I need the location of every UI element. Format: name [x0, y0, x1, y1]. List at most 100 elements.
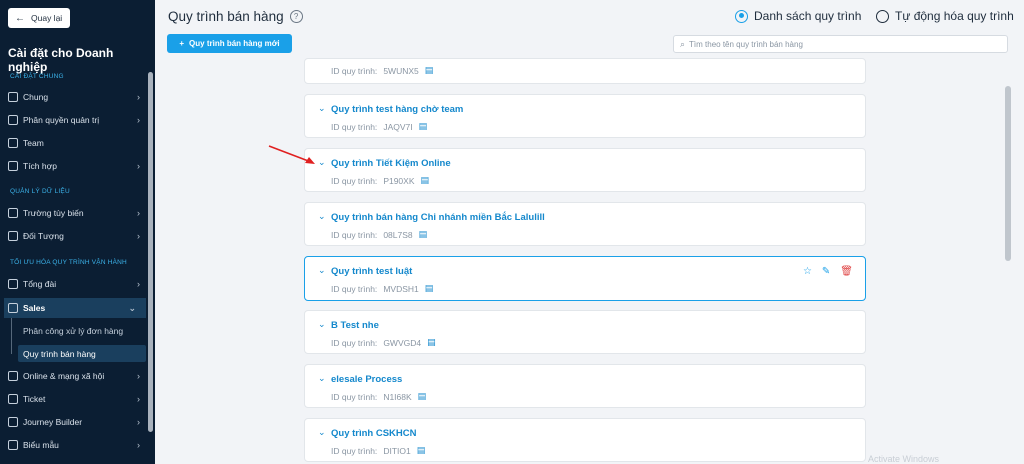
process-name[interactable]: Quy trình Tiết Kiệm Online	[331, 158, 451, 169]
process-id-label: ID quy trình:	[331, 175, 378, 186]
process-card[interactable]: ID quy trình: 5WUNX5 ▤	[304, 58, 866, 84]
radio-process-list[interactable]: Danh sách quy trình	[735, 9, 861, 23]
sidebar-subitem-quy-trinh[interactable]: Quy trình bán hàng	[18, 345, 146, 362]
process-name[interactable]: elesale Process	[331, 374, 402, 385]
section-general: CÀI ĐẶT CHUNG	[10, 73, 64, 80]
radio-process-automation[interactable]: Tự động hóa quy trình	[876, 9, 1014, 23]
section-optimize: TỐI ƯU HÓA QUY TRÌNH VẬN HÀNH	[10, 259, 127, 266]
section-data: QUẢN LÝ DỮ LIỆU	[10, 188, 70, 195]
process-id-label: ID quy trình:	[331, 229, 378, 240]
process-card[interactable]: ⌄ Quy trình CSKHCN ID quy trình: DITIO1 ▤	[304, 418, 866, 462]
team-icon	[8, 138, 18, 148]
process-name[interactable]: Quy trình test hàng chờ team	[331, 104, 463, 115]
chevron-right-icon: ›	[137, 417, 140, 427]
chevron-right-icon: ›	[137, 92, 140, 102]
chevron-down-icon: ⌄	[128, 302, 136, 313]
sidebar-item-online[interactable]: Online & mạng xã hội ›	[0, 366, 150, 386]
sidebar-item-doi-tuong[interactable]: Đối Tượng ›	[0, 226, 150, 246]
sidebar-scrollbar[interactable]	[148, 72, 153, 432]
sidebar-item-journey[interactable]: Journey Builder ›	[0, 412, 150, 432]
process-card[interactable]: ⌄ Quy trình test luật ID quy trình: MVDSH1 ▤…	[304, 256, 866, 301]
sidebar-item-tich-hop[interactable]: Tích hợp ›	[0, 156, 150, 176]
copy-icon[interactable]: ▤	[418, 391, 427, 402]
home-icon	[8, 92, 18, 102]
help-icon[interactable]: ?	[289, 10, 303, 23]
process-id-value: MVDSH1	[383, 283, 419, 294]
process-id-label: ID quy trình:	[331, 121, 378, 132]
radio-unchecked-icon	[876, 9, 889, 23]
process-id-value: P190XK	[383, 175, 415, 186]
card-actions: ☆ ✎ 🗑	[803, 266, 853, 277]
sidebar-item-phan-quyen[interactable]: Phân quyền quản trị ›	[0, 110, 150, 130]
process-name[interactable]: Quy trình test luật	[331, 266, 412, 277]
chevron-right-icon: ›	[137, 394, 140, 404]
cube-icon	[8, 161, 18, 171]
radio-checked-icon	[735, 9, 748, 23]
edit-icon[interactable]: ✎	[822, 266, 830, 277]
chevron-down-icon[interactable]: ⌄	[318, 373, 326, 384]
main-scrollbar[interactable]	[1005, 86, 1011, 261]
user-shield-icon	[8, 115, 18, 125]
sidebar-item-bieu-mau[interactable]: Biểu mẫu ›	[0, 435, 150, 455]
sidebar-title: Cài đặt cho Doanh nghiệp	[8, 46, 114, 74]
annotation-arrow-icon	[268, 145, 315, 164]
back-button[interactable]: ← Quay lại	[8, 8, 70, 28]
process-id-line: ID quy trình: 5WUNX5 ▤	[331, 65, 433, 76]
chevron-down-icon[interactable]: ⌄	[318, 265, 326, 276]
form-icon	[8, 440, 18, 450]
copy-icon[interactable]: ▤	[425, 283, 434, 294]
process-card[interactable]: ⌄ Quy trình test hàng chờ team ID quy trìn…	[304, 94, 866, 138]
chevron-right-icon: ›	[137, 279, 140, 289]
process-name[interactable]: B Test nhe	[331, 320, 379, 331]
sidebar-item-team[interactable]: Team	[0, 133, 150, 153]
chevron-down-icon[interactable]: ⌄	[318, 157, 326, 168]
process-card[interactable]: ⌄ B Test nhe ID quy trình: GWVGD4 ▤	[304, 310, 866, 354]
object-icon	[8, 231, 18, 241]
journey-icon	[8, 417, 18, 427]
ticket-icon	[8, 394, 18, 404]
process-id-line: ID quy trình: DITIO1 ▤	[331, 445, 425, 456]
process-name[interactable]: Quy trình CSKHCN	[331, 428, 417, 439]
process-id-value: GWVGD4	[383, 337, 422, 348]
chevron-right-icon: ›	[137, 161, 140, 171]
process-id-value: 5WUNX5	[383, 65, 419, 76]
chevron-down-icon[interactable]: ⌄	[318, 211, 326, 222]
chevron-right-icon: ›	[137, 115, 140, 125]
process-id-value: JAQV7I	[383, 121, 413, 132]
sidebar-item-ticket[interactable]: Ticket ›	[0, 389, 150, 409]
sidebar-item-tong-dai[interactable]: Tổng đài ›	[0, 274, 150, 294]
copy-icon[interactable]: ▤	[417, 445, 426, 456]
process-card[interactable]: ⌄ elesale Process ID quy trình: N1I68K ▤	[304, 364, 866, 408]
search-icon: ⌕	[680, 38, 686, 49]
chevron-down-icon[interactable]: ⌄	[318, 427, 326, 438]
process-id-line: ID quy trình: MVDSH1 ▤	[331, 283, 433, 294]
search-box: ⌕	[673, 35, 1008, 53]
process-id-line: ID quy trình: GWVGD4 ▤	[331, 337, 436, 348]
process-name[interactable]: Quy trình bán hàng Chi nhánh miền Bắc La…	[331, 212, 545, 223]
copy-icon[interactable]: ▤	[421, 175, 430, 186]
process-card[interactable]: ⌄ Quy trình bán hàng Chi nhánh miền Bắc L…	[304, 202, 866, 246]
field-icon	[8, 208, 18, 218]
process-card[interactable]: ⌄ Quy trình Tiết Kiệm Online ID quy trình:…	[304, 148, 866, 192]
chevron-down-icon[interactable]: ⌄	[318, 319, 326, 330]
sidebar-subitem-phan-cong[interactable]: Phân công xử lý đơn hàng	[18, 322, 146, 339]
chevron-down-icon[interactable]: ⌄	[318, 103, 326, 114]
page-title: Quy trình bán hàng ?	[168, 9, 303, 24]
copy-icon[interactable]: ▤	[425, 65, 434, 76]
sidebar-item-sales[interactable]: Sales ⌄	[4, 298, 146, 318]
process-id-label: ID quy trình:	[331, 283, 378, 294]
trash-icon[interactable]: 🗑	[840, 266, 853, 277]
chevron-right-icon: ›	[137, 371, 140, 381]
copy-icon[interactable]: ▤	[419, 229, 428, 240]
new-process-button[interactable]: + Quy trình bán hàng mới	[167, 34, 292, 53]
process-id-label: ID quy trình:	[331, 445, 378, 456]
sidebar-item-chung[interactable]: Chung ›	[0, 87, 150, 107]
chevron-right-icon: ›	[137, 208, 140, 218]
plus-icon: +	[179, 39, 185, 48]
copy-icon[interactable]: ▤	[419, 121, 428, 132]
sidebar-item-truong-tuy-bien[interactable]: Trường tùy biến ›	[0, 203, 150, 223]
copy-icon[interactable]: ▤	[427, 337, 436, 348]
process-id-label: ID quy trình:	[331, 65, 378, 76]
search-input[interactable]	[689, 39, 990, 49]
star-icon[interactable]: ☆	[803, 266, 812, 277]
